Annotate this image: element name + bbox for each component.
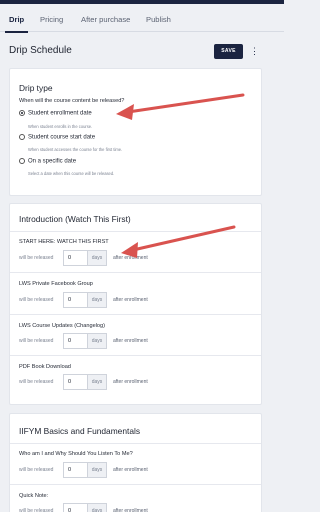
page-title: Drip Schedule xyxy=(9,45,72,56)
section-title: Introduction (Watch This First) xyxy=(19,214,131,224)
radio-description: Select a date when this course will be r… xyxy=(28,171,115,176)
drip-type-card: Drip type When will the course content b… xyxy=(9,68,262,196)
kebab-menu-icon[interactable]: ⋮ xyxy=(250,45,259,59)
release-prefix: will be released xyxy=(19,338,54,344)
lesson-title: LWS Course Updates (Changelog) xyxy=(19,323,106,329)
days-unit: days xyxy=(87,292,107,308)
section-title: IIFYM Basics and Fundamentals xyxy=(19,426,141,436)
days-unit: days xyxy=(87,374,107,390)
release-suffix: after enrollment xyxy=(113,467,148,473)
divider xyxy=(10,355,261,356)
release-row: will be released 0 days after enrollment xyxy=(19,462,219,478)
release-suffix: after enrollment xyxy=(113,297,148,303)
days-unit: days xyxy=(87,503,107,512)
days-input[interactable]: 0 xyxy=(63,250,87,266)
save-button[interactable]: SAVE xyxy=(214,44,243,59)
radio-description: When student enrolls in the course. xyxy=(28,124,93,129)
days-input[interactable]: 0 xyxy=(63,333,87,349)
radio-label: On a specific date xyxy=(28,158,77,165)
lesson-title: START HERE: WATCH THIS FIRST xyxy=(19,239,109,245)
release-row: will be released 0 days after enrollment xyxy=(19,333,219,349)
release-suffix: after enrollment xyxy=(113,508,148,512)
radio-specific-date[interactable]: On a specific date xyxy=(19,157,77,165)
days-unit: days xyxy=(87,462,107,478)
radio-enrollment-date[interactable]: Student enrollment date xyxy=(19,109,92,117)
release-prefix: will be released xyxy=(19,508,54,512)
release-prefix: will be released xyxy=(19,467,54,473)
top-bar xyxy=(0,0,284,4)
lesson-title: Who am I and Why Should You Listen To Me… xyxy=(19,451,133,457)
release-suffix: after enrollment xyxy=(113,338,148,344)
radio-description: When student accesses the course for the… xyxy=(28,147,123,152)
tab-bar: Drip Pricing After purchase Publish xyxy=(0,8,284,33)
drip-question: When will the course content be released… xyxy=(19,98,125,104)
days-input[interactable]: 0 xyxy=(63,503,87,512)
tab-publish[interactable]: Publish xyxy=(146,8,171,32)
radio-label: Student enrollment date xyxy=(28,110,92,117)
days-unit: days xyxy=(87,333,107,349)
release-row: will be released 0 days after enrollment xyxy=(19,374,219,390)
days-input[interactable]: 0 xyxy=(63,462,87,478)
drip-type-title: Drip type xyxy=(19,83,53,93)
radio-label: Student course start date xyxy=(28,134,96,141)
lesson-title: Quick Note: xyxy=(19,493,49,499)
release-prefix: will be released xyxy=(19,379,54,385)
release-suffix: after enrollment xyxy=(113,255,148,261)
days-input[interactable]: 0 xyxy=(63,292,87,308)
section-card: Introduction (Watch This First) START HE… xyxy=(9,203,262,405)
lesson-title: PDF Book Download xyxy=(19,364,71,370)
divider xyxy=(10,272,261,273)
days-input[interactable]: 0 xyxy=(63,374,87,390)
lesson-title: LWS Private Facebook Group xyxy=(19,281,93,287)
divider xyxy=(10,231,261,232)
divider xyxy=(10,443,261,444)
release-prefix: will be released xyxy=(19,255,54,261)
radio-course-start-date[interactable]: Student course start date xyxy=(19,133,96,141)
tab-drip[interactable]: Drip xyxy=(4,8,29,33)
tab-after-purchase[interactable]: After purchase xyxy=(81,8,130,32)
radio-unchecked-icon[interactable] xyxy=(19,133,25,140)
days-unit: days xyxy=(87,250,107,266)
release-row: will be released 0 days after enrollment xyxy=(19,292,219,308)
release-prefix: will be released xyxy=(19,297,54,303)
tab-pricing[interactable]: Pricing xyxy=(40,8,63,32)
section-card: IIFYM Basics and Fundamentals Who am I a… xyxy=(9,413,262,512)
radio-unchecked-icon[interactable] xyxy=(19,157,25,164)
release-row: will be released 0 days after enrollment xyxy=(19,503,219,512)
divider xyxy=(10,484,261,485)
release-suffix: after enrollment xyxy=(113,379,148,385)
release-row: will be released 0 days after enrollment xyxy=(19,250,219,266)
radio-checked-icon[interactable] xyxy=(19,109,25,116)
divider xyxy=(10,314,261,315)
